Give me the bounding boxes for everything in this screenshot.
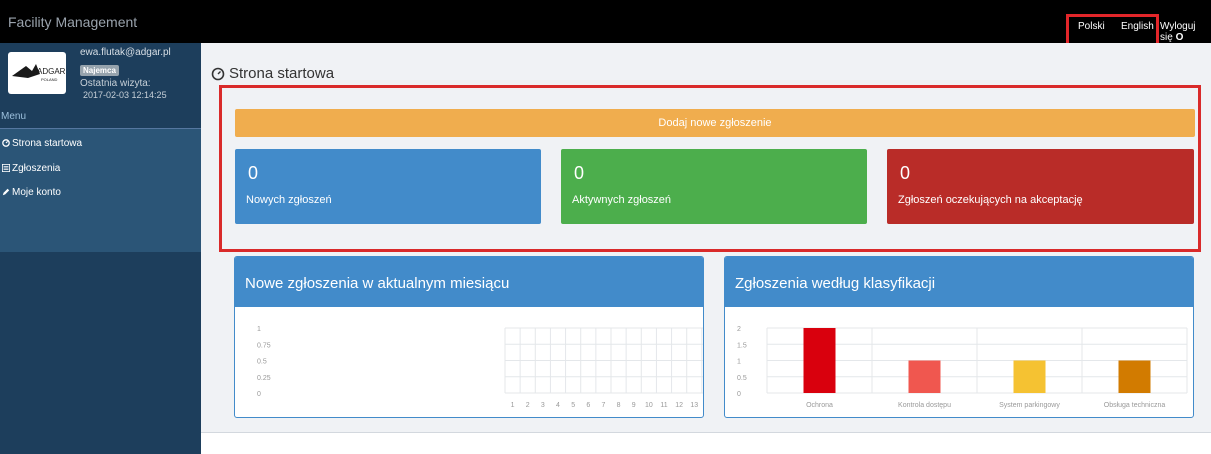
role-badge: Najemca — [80, 65, 119, 76]
list-icon — [2, 164, 10, 172]
user-email: ewa.flutak@adgar.pl — [80, 47, 171, 58]
x-tick-label: 6 — [586, 402, 590, 409]
x-tick-label: 13 — [690, 402, 698, 409]
last-visit-label: Ostatnia wizyta: — [80, 78, 151, 89]
y-tick-label: 2 — [737, 326, 741, 333]
dashboard-icon — [2, 139, 10, 147]
user-profile: ADGAR POLAND ewa.flutak@adgar.pl Najemca… — [0, 43, 201, 111]
x-tick-label: 7 — [601, 402, 605, 409]
menu-item-label: Moje konto — [12, 186, 61, 198]
footer-divider — [201, 432, 1211, 433]
y-tick-label: 0.5 — [737, 375, 747, 382]
monthly-chart: 10.750.50.250123456789101112131415161718… — [257, 326, 703, 409]
x-tick-label: 10 — [645, 402, 653, 409]
menu-item-label: Zgłoszenia — [12, 162, 61, 174]
stat-new-tickets[interactable]: 0 Nowych zgłoszeń — [235, 149, 541, 224]
stat-value: 0 — [248, 163, 259, 183]
x-tick-label: 2 — [526, 402, 530, 409]
chart-panel-monthly: Nowe zgłoszenia w aktualnym miesiącu 1 0.… — [234, 256, 704, 418]
menu-item-zgloszenia[interactable]: Zgłoszenia — [0, 159, 201, 177]
y-tick-label: 1 — [257, 326, 261, 333]
x-tick-label: Obsługa techniczna — [1104, 402, 1166, 409]
logo-text: ADGAR — [37, 67, 66, 76]
app-title[interactable]: Facility Management — [8, 14, 137, 30]
stat-label: Zgłoszeń oczekujących na akceptację — [898, 194, 1083, 206]
stat-value: 0 — [574, 163, 585, 183]
bar — [1118, 360, 1151, 393]
y-tick-label: 0 — [257, 391, 261, 398]
x-tick-label: 12 — [675, 402, 683, 409]
page-title-text: Strona startowa — [229, 65, 335, 82]
bar — [1013, 360, 1046, 393]
dashboard-icon — [211, 67, 225, 80]
classification-chart: 2 1.5 1 0.5 0 Ochrona Kontrola dostępu System p… — [737, 326, 1188, 409]
stat-active-tickets[interactable]: 0 Aktywnych zgłoszeń — [561, 149, 867, 224]
y-tick-label: 0 — [737, 391, 741, 398]
x-tick-label: System parkingowy — [999, 402, 1060, 409]
x-tick-label: 8 — [617, 402, 621, 409]
company-logo: ADGAR POLAND — [8, 52, 66, 94]
x-tick-label: 11 — [660, 402, 667, 409]
x-tick-label: 9 — [632, 402, 636, 409]
logo-sub: POLAND — [41, 77, 58, 82]
y-tick-label: 0.75 — [257, 342, 271, 349]
stat-label: Aktywnych zgłoszeń — [572, 194, 672, 206]
y-tick-label: 1.5 — [737, 342, 747, 349]
y-tick-label: 0.5 — [257, 359, 267, 366]
menu-header: Menu — [1, 111, 27, 122]
page-title: Strona startowa — [211, 65, 334, 82]
stat-label: Nowych zgłoszeń — [246, 194, 332, 206]
x-tick-label: Kontrola dostępu — [898, 402, 951, 409]
menu-item-moje-konto[interactable]: Moje konto — [0, 183, 201, 201]
chart-title: Nowe zgłoszenia w aktualnym miesiącu — [235, 257, 703, 307]
x-tick-label: 4 — [556, 402, 560, 409]
language-highlight-box — [1066, 14, 1159, 46]
x-tick-label: 3 — [541, 402, 545, 409]
last-visit-date: 2017-02-03 12:14:25 — [83, 90, 167, 100]
menu-list: Strona startowa Zgłoszenia Moje konto — [0, 129, 201, 252]
logout-link[interactable]: Wyloguj się O — [1160, 21, 1211, 43]
y-tick-label: 0.25 — [257, 375, 271, 382]
x-tick-label: 5 — [571, 402, 575, 409]
add-new-ticket-button[interactable]: Dodaj nowe zgłoszenie — [235, 109, 1195, 137]
stat-pending-tickets[interactable]: 0 Zgłoszeń oczekujących na akceptację — [887, 149, 1194, 224]
x-tick-label: Ochrona — [806, 402, 833, 409]
x-tick-label: 1 — [511, 402, 515, 409]
pencil-icon — [2, 188, 10, 196]
logout-icon: O — [1175, 32, 1184, 43]
chart-panel-classification: Zgłoszenia według klasyfikacji 2 1.5 1 0.5 0… — [724, 256, 1194, 418]
y-tick-label: 1 — [737, 359, 741, 366]
menu-item-label: Strona startowa — [12, 137, 83, 149]
bar — [908, 360, 941, 393]
chart-title: Zgłoszenia według klasyfikacji — [725, 257, 1193, 307]
menu-item-strona-startowa[interactable]: Strona startowa — [0, 134, 201, 152]
bar — [803, 328, 836, 393]
sidebar: ADGAR POLAND ewa.flutak@adgar.pl Najemca… — [0, 43, 201, 454]
top-bar: Facility Management Polski English Wylog… — [0, 0, 1211, 43]
stat-value: 0 — [900, 163, 911, 183]
